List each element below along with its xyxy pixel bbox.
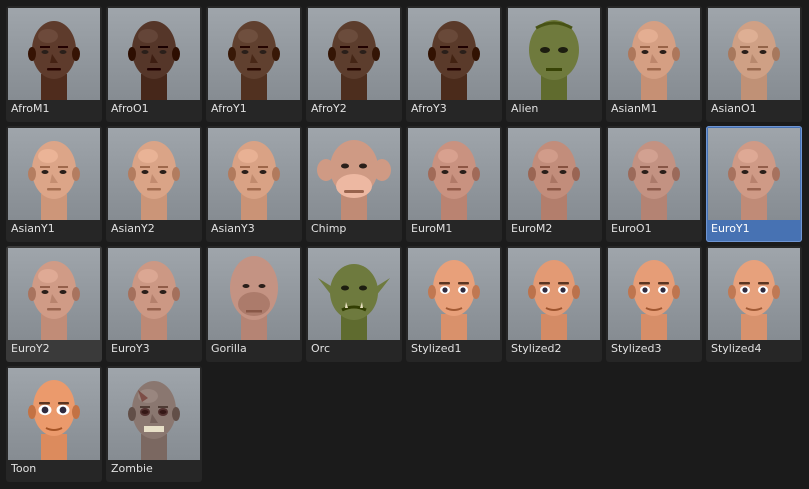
preset-tile-euroo1[interactable]: EuroO1 <box>606 126 702 242</box>
preset-label: Zombie <box>111 463 153 475</box>
preset-thumbnail <box>8 8 100 100</box>
preset-label: EuroY3 <box>111 343 150 355</box>
preset-thumbnail <box>108 368 200 460</box>
preset-tile-asiany2[interactable]: AsianY2 <box>106 126 202 242</box>
preset-thumbnail <box>308 248 400 340</box>
preset-thumbnail <box>608 248 700 340</box>
preset-tile-afroy1[interactable]: AfroY1 <box>206 6 302 122</box>
preset-label: Stylized2 <box>511 343 562 355</box>
preset-thumbnail <box>308 8 400 100</box>
preset-thumbnail <box>8 248 100 340</box>
preset-tile-alien[interactable]: Alien <box>506 6 602 122</box>
preset-thumbnail <box>208 248 300 340</box>
preset-label: AsianO1 <box>711 103 757 115</box>
preset-tile-zombie[interactable]: Zombie <box>106 366 202 482</box>
preset-tile-asianm1[interactable]: AsianM1 <box>606 6 702 122</box>
preset-label: EuroO1 <box>611 223 652 235</box>
preset-thumbnail <box>8 368 100 460</box>
preset-thumbnail <box>708 8 800 100</box>
preset-thumbnail <box>108 8 200 100</box>
preset-label: AsianY2 <box>111 223 155 235</box>
preset-tile-stylized4[interactable]: Stylized4 <box>706 246 802 362</box>
preset-thumbnail <box>708 248 800 340</box>
preset-tile-eurom1[interactable]: EuroM1 <box>406 126 502 242</box>
preset-tile-asiany3[interactable]: AsianY3 <box>206 126 302 242</box>
preset-thumbnail <box>708 128 800 220</box>
preset-thumbnail <box>608 8 700 100</box>
preset-label: AfroO1 <box>111 103 149 115</box>
preset-tile-afrom1[interactable]: AfroM1 <box>6 6 102 122</box>
preset-thumbnail <box>408 8 500 100</box>
preset-tile-eurom2[interactable]: EuroM2 <box>506 126 602 242</box>
preset-tile-afroo1[interactable]: AfroO1 <box>106 6 202 122</box>
preset-tile-euroy1[interactable]: EuroY1 <box>706 126 802 242</box>
preset-label: Stylized4 <box>711 343 762 355</box>
preset-label: AsianY1 <box>11 223 55 235</box>
preset-thumbnail <box>508 8 600 100</box>
preset-tile-asiany1[interactable]: AsianY1 <box>6 126 102 242</box>
preset-thumbnail <box>108 248 200 340</box>
preset-tile-afroy2[interactable]: AfroY2 <box>306 6 402 122</box>
preset-thumbnail <box>8 128 100 220</box>
preset-label: EuroM1 <box>411 223 453 235</box>
preset-tile-euroy3[interactable]: EuroY3 <box>106 246 202 362</box>
preset-thumbnail <box>308 128 400 220</box>
preset-thumbnail <box>508 128 600 220</box>
face-preset-grid: AfroM1 AfroO1 AfroY1 AfroY2 AfroY3 Alien Asian… <box>0 0 809 489</box>
preset-tile-gorilla[interactable]: Gorilla <box>206 246 302 362</box>
preset-label: Toon <box>11 463 37 475</box>
preset-label: Chimp <box>311 223 347 235</box>
preset-label: AsianY3 <box>211 223 255 235</box>
preset-label: AfroM1 <box>11 103 50 115</box>
preset-tile-euroy2[interactable]: EuroY2 <box>6 246 102 362</box>
preset-thumbnail <box>408 248 500 340</box>
preset-label: AfroY2 <box>311 103 347 115</box>
preset-tile-stylized2[interactable]: Stylized2 <box>506 246 602 362</box>
preset-label: Gorilla <box>211 343 247 355</box>
preset-tile-afroy3[interactable]: AfroY3 <box>406 6 502 122</box>
preset-thumbnail <box>508 248 600 340</box>
preset-thumbnail <box>408 128 500 220</box>
preset-label: Orc <box>311 343 330 355</box>
preset-tile-stylized1[interactable]: Stylized1 <box>406 246 502 362</box>
preset-tile-orc[interactable]: Orc <box>306 246 402 362</box>
preset-tile-asiano1[interactable]: AsianO1 <box>706 6 802 122</box>
preset-thumbnail <box>608 128 700 220</box>
preset-tile-toon[interactable]: Toon <box>6 366 102 482</box>
preset-thumbnail <box>108 128 200 220</box>
preset-label: AfroY3 <box>411 103 447 115</box>
preset-label: Stylized3 <box>611 343 662 355</box>
preset-label: AfroY1 <box>211 103 247 115</box>
preset-label: Stylized1 <box>411 343 462 355</box>
preset-label: EuroY2 <box>11 343 50 355</box>
preset-label: EuroY1 <box>711 223 750 235</box>
preset-label: EuroM2 <box>511 223 553 235</box>
preset-tile-chimp[interactable]: Chimp <box>306 126 402 242</box>
preset-label: Alien <box>511 103 539 115</box>
preset-thumbnail <box>208 8 300 100</box>
preset-label: AsianM1 <box>611 103 658 115</box>
preset-thumbnail <box>208 128 300 220</box>
preset-tile-stylized3[interactable]: Stylized3 <box>606 246 702 362</box>
